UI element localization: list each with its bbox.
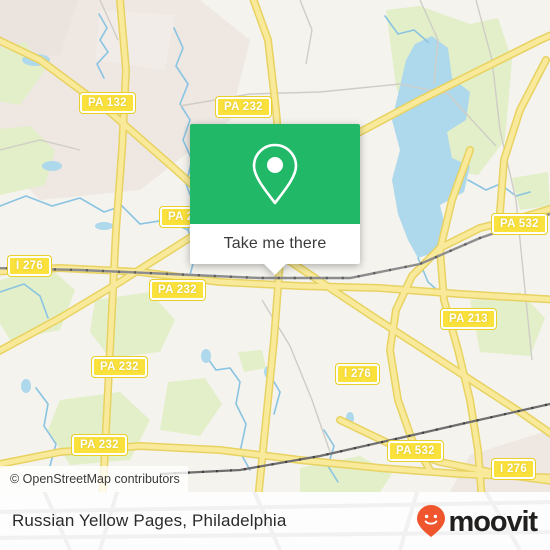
road-shield: PA 532 bbox=[388, 441, 443, 461]
road-shield: PA 132 bbox=[80, 93, 135, 113]
road-shield: PA 232 bbox=[92, 357, 147, 377]
road-shield: I 276 bbox=[8, 256, 52, 276]
road-shield: PA 232 bbox=[216, 97, 271, 117]
place-title: Russian Yellow Pages, Philadelphia bbox=[12, 511, 287, 530]
road-shield: PA 213 bbox=[441, 309, 496, 329]
moovit-wordmark: moovit bbox=[448, 505, 539, 538]
osm-attribution[interactable]: © OpenStreetMap contributors bbox=[0, 466, 188, 492]
footer-bar: Russian Yellow Pages, Philadelphia moovi… bbox=[0, 492, 550, 550]
map-page: PA 132 PA 232 PA 232 PA 532 I 276 PA 232… bbox=[0, 0, 550, 550]
road-shield: PA 532 bbox=[492, 214, 547, 234]
popup-tail bbox=[264, 264, 286, 275]
popup-footer[interactable]: Take me there bbox=[190, 224, 360, 275]
road-shield: I 276 bbox=[492, 459, 536, 479]
road-shield: PA 232 bbox=[72, 435, 127, 455]
moovit-pin-icon bbox=[416, 505, 445, 537]
road-shield: I 276 bbox=[336, 364, 380, 384]
take-me-there-label: Take me there bbox=[223, 235, 327, 252]
popup-header bbox=[190, 124, 360, 224]
location-popup[interactable]: Take me there bbox=[190, 124, 360, 275]
map-canvas[interactable]: PA 132 PA 232 PA 232 PA 532 I 276 PA 232… bbox=[0, 0, 550, 492]
road-shield: PA 232 bbox=[150, 280, 205, 300]
moovit-logo[interactable]: moovit bbox=[416, 492, 539, 550]
map-pin-icon bbox=[252, 143, 298, 205]
